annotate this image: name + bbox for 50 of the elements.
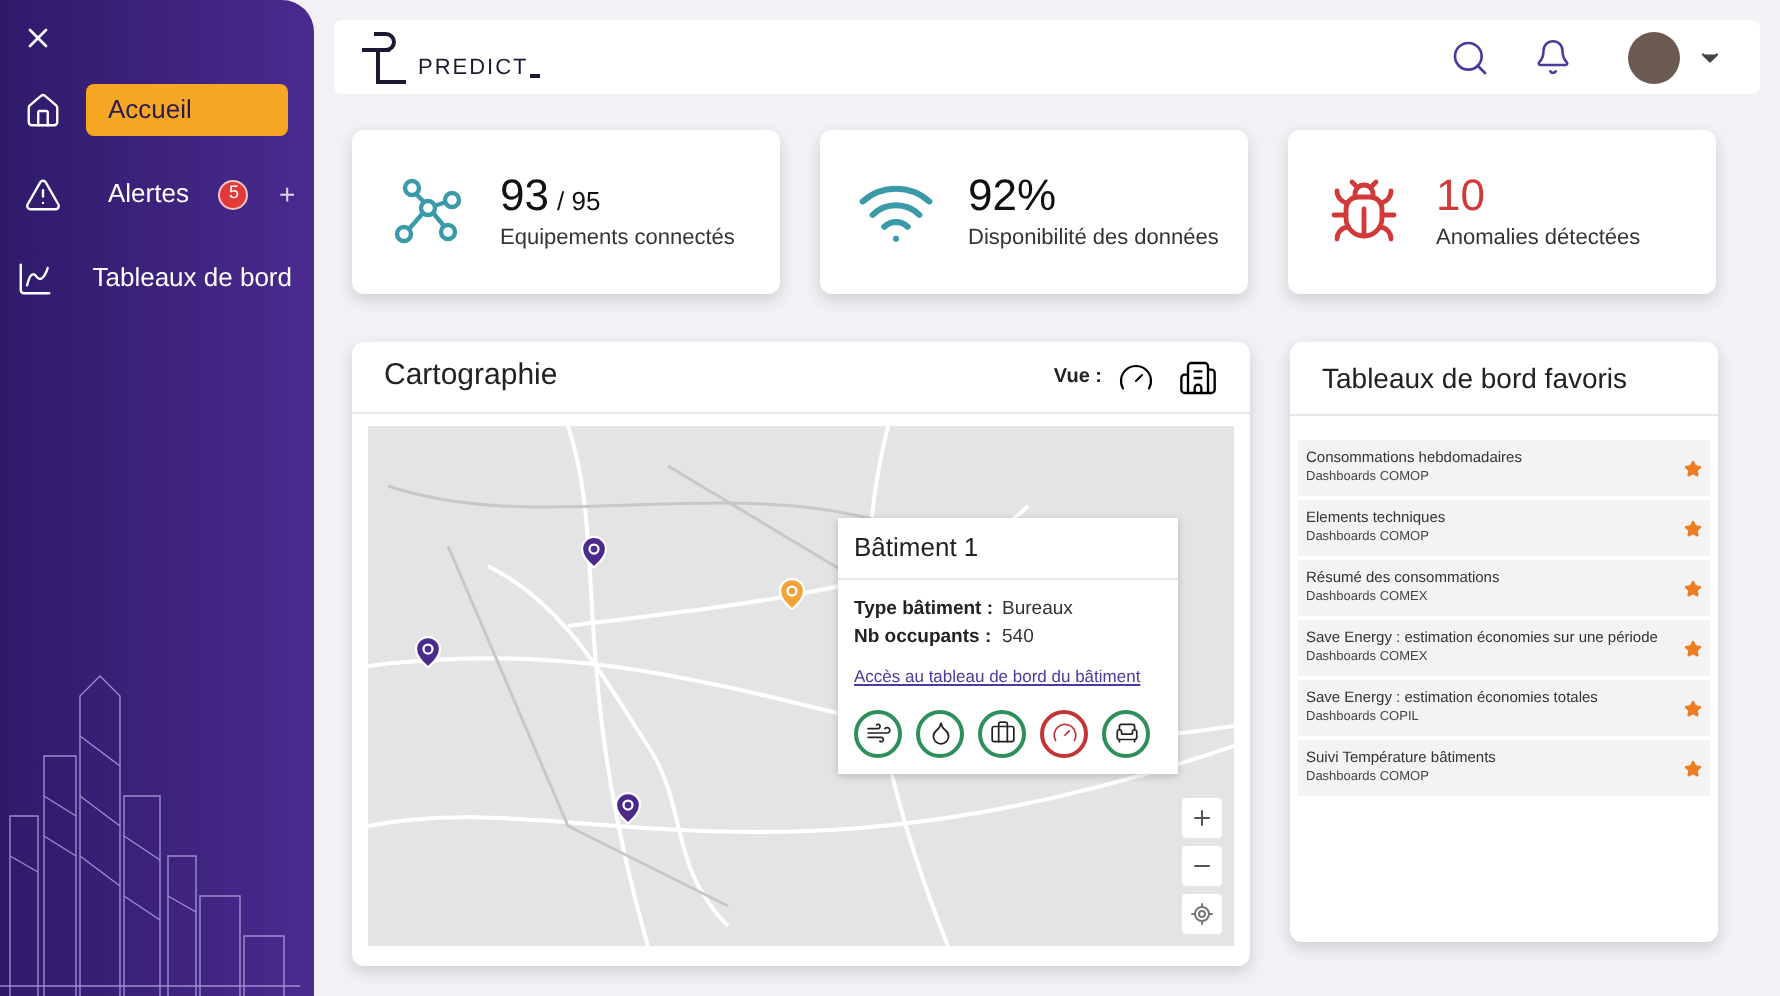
stat-value: 92%	[968, 169, 1057, 222]
locate-button[interactable]	[1182, 894, 1222, 934]
star-icon[interactable]	[1684, 459, 1702, 477]
count-badge: 5	[218, 179, 249, 209]
case-status-icon[interactable]	[978, 709, 1026, 758]
gauge-status-icon[interactable]	[1040, 709, 1088, 758]
field-label: Type bâtiment :	[854, 596, 995, 624]
network-icon	[392, 176, 464, 248]
avatar[interactable]	[1628, 31, 1680, 83]
field-value: Bureaux	[1002, 596, 1073, 624]
stat-label: Disponibilité des données	[968, 223, 1219, 254]
line-chart-icon	[16, 259, 55, 297]
notifications-button[interactable]	[1534, 38, 1572, 76]
wind-status-icon[interactable]	[854, 709, 902, 758]
chair-status-icon[interactable]	[1102, 709, 1150, 758]
search-button[interactable]	[1450, 37, 1490, 77]
logo-text: PREDICT	[418, 54, 529, 85]
card-title: Tableaux de bord favoris	[1322, 359, 1628, 397]
nav-item[interactable]: Alertes	[86, 168, 211, 220]
warning-icon	[24, 175, 62, 213]
stat-total: / 95	[556, 183, 601, 220]
map-pin-icon[interactable]	[410, 633, 447, 670]
building-view-button[interactable]	[1178, 357, 1218, 397]
stat-value: 10	[1436, 169, 1485, 222]
map-pin-icon[interactable]	[575, 534, 612, 571]
star-icon[interactable]	[1684, 699, 1702, 717]
gauge-view-button[interactable]	[1118, 359, 1154, 395]
water-status-icon[interactable]	[916, 709, 964, 758]
map[interactable]: Bâtiment 1 Type bâtiment : Bureaux Nb occupants : 540 Accès au tableau de bord du bâtiment	[368, 426, 1234, 946]
building-dashboard-link[interactable]: Accès au tableau de bord du bâtiment	[854, 664, 1162, 690]
stat-label: Anomalies détectées	[1436, 223, 1641, 254]
add-button[interactable]: +	[278, 180, 296, 208]
star-icon[interactable]	[1684, 519, 1702, 537]
stat-value: 93	[500, 169, 549, 222]
stat-label: Equipements connectés	[500, 223, 735, 254]
star-icon[interactable]	[1684, 579, 1702, 597]
nav-item[interactable]: Tableaux de bord	[70, 252, 314, 304]
locate-icon	[1190, 902, 1214, 926]
card-title: Cartographie	[384, 356, 558, 397]
star-icon[interactable]	[1684, 639, 1702, 657]
star-icon[interactable]	[1684, 759, 1702, 777]
nav-item[interactable]: Accueil	[86, 84, 288, 136]
plus-icon	[1190, 806, 1214, 830]
home-icon	[24, 91, 62, 129]
zoom-in-button[interactable]	[1182, 798, 1222, 838]
field-value: 540	[1002, 624, 1034, 652]
popup-title: Bâtiment 1	[854, 530, 979, 567]
field-label: Nb occupants :	[854, 624, 994, 652]
view-label: Vue :	[1053, 364, 1102, 392]
logo-underscore-icon	[530, 73, 541, 77]
